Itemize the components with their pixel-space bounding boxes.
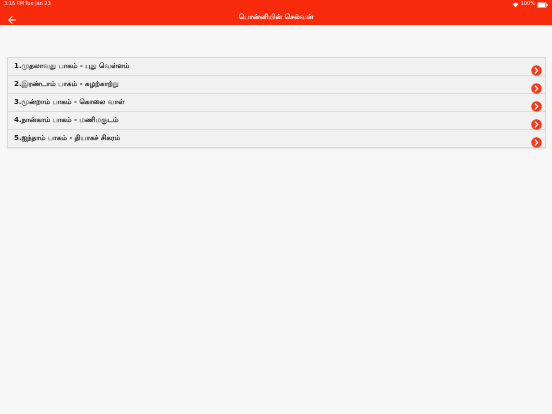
list-item[interactable]: 5.ஐந்தாம் பாகம் - தியாகச் சிகரம் [8,130,545,148]
wifi-icon [512,2,519,8]
status-bar: 3:16 PM Tue Jan 23 100% [0,0,552,9]
chevron-right-circle-icon [531,97,542,112]
app-screen: 3:16 PM Tue Jan 23 100% பொன்னியின் செல்வ… [0,0,552,414]
status-right: 100% [512,0,548,9]
nav-bar: பொன்னியின் செல்வன் [0,9,552,25]
list-item-label: 4.நான்காம் பாகம் - மணிமகுடம் [14,116,119,124]
status-time: 3:16 PM [4,1,25,7]
chapter-list: 1.முதலாவது பாகம் - புது வெள்ளம் 2.இரண்டா… [7,57,546,148]
chevron-right-circle-icon [531,79,542,94]
list-item-label: 5.ஐந்தாம் பாகம் - தியாகச் சிகரம் [14,134,121,142]
list-item[interactable]: 2.இரண்டாம் பாகம் - சுழற்காற்று [8,76,545,94]
list-item-label: 1.முதலாவது பாகம் - புது வெள்ளம் [14,62,130,70]
page-title: பொன்னியின் செல்வன் [238,13,314,21]
status-date: Tue Jan 23 [25,1,51,7]
list-item-label: 3.மூன்றாம் பாகம் - கொலை வாள் [14,98,125,106]
chevron-right-circle-icon [531,61,542,76]
battery-icon [537,1,548,8]
list-item[interactable]: 4.நான்காம் பாகம் - மணிமகுடம் [8,112,545,130]
list-item[interactable]: 1.முதலாவது பாகம் - புது வெள்ளம் [8,58,545,76]
list-item-label: 2.இரண்டாம் பாகம் - சுழற்காற்று [14,80,119,88]
chevron-right-circle-icon [531,133,542,148]
list-item[interactable]: 3.மூன்றாம் பாகம் - கொலை வாள் [8,94,545,112]
battery-percent: 100% [520,1,535,7]
chevron-right-circle-icon [531,115,542,130]
app-header: 3:16 PM Tue Jan 23 100% பொன்னியின் செல்வ… [0,0,552,25]
